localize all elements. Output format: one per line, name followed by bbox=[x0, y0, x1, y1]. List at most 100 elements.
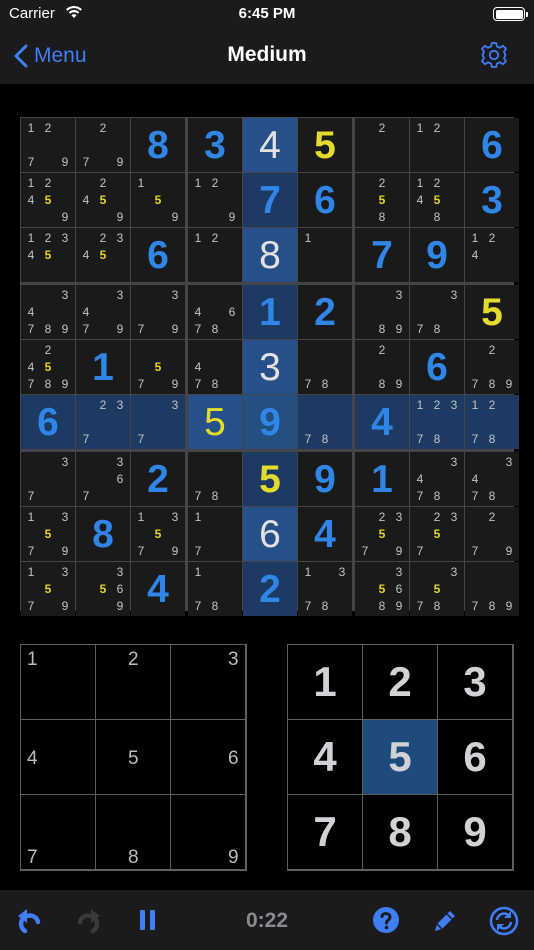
cell-r7c8[interactable]: 3 4 78 bbox=[410, 452, 464, 506]
cell-r2c6[interactable]: 6 bbox=[298, 173, 352, 227]
cell-r2c3[interactable]: 159 bbox=[131, 173, 185, 227]
cell-r4c7[interactable]: 3 89 bbox=[355, 285, 409, 339]
cell-r9c4[interactable]: 1 78 bbox=[188, 562, 242, 616]
cell-r7c6[interactable]: 9 bbox=[298, 452, 352, 506]
cell-r6c7[interactable]: 4 bbox=[355, 395, 409, 449]
cell-r9c2[interactable]: 356 9 bbox=[76, 562, 130, 616]
cell-r8c6[interactable]: 4 bbox=[298, 507, 352, 561]
cell-r8c2[interactable]: 8 bbox=[76, 507, 130, 561]
cell-r8c4[interactable]: 17 bbox=[188, 507, 242, 561]
cell-r1c9[interactable]: 6 bbox=[465, 118, 519, 172]
cell-r3c4[interactable]: 12 bbox=[188, 228, 242, 282]
cell-r1c3[interactable]: 8 bbox=[131, 118, 185, 172]
cell-r5c9[interactable]: 2 789 bbox=[465, 340, 519, 394]
cell-r2c4[interactable]: 12 9 bbox=[188, 173, 242, 227]
cell-r3c7[interactable]: 7 bbox=[355, 228, 409, 282]
cell-r5c2[interactable]: 1 bbox=[76, 340, 130, 394]
cell-r4c5[interactable]: 1 bbox=[243, 285, 297, 339]
cell-r3c9[interactable]: 124 bbox=[465, 228, 519, 282]
cell-r3c5[interactable]: 8 bbox=[243, 228, 297, 282]
cell-r1c8[interactable]: 12 bbox=[410, 118, 464, 172]
note-key-3[interactable]: 3 bbox=[171, 645, 245, 719]
digit-key-9[interactable]: 9 bbox=[438, 795, 512, 869]
cell-r8c8[interactable]: 2357 bbox=[410, 507, 464, 561]
cell-r8c7[interactable]: 2359 7 bbox=[355, 507, 409, 561]
cell-r9c7[interactable]: 35689 bbox=[355, 562, 409, 616]
cell-r3c8[interactable]: 9 bbox=[410, 228, 464, 282]
cell-r8c3[interactable]: 1 357 9 bbox=[131, 507, 185, 561]
cell-r1c7[interactable]: 2 bbox=[355, 118, 409, 172]
cell-r9c1[interactable]: 1 357 9 bbox=[21, 562, 75, 616]
cell-r2c5[interactable]: 7 bbox=[243, 173, 297, 227]
cell-r7c3[interactable]: 2 bbox=[131, 452, 185, 506]
cell-r9c9[interactable]: 789 bbox=[465, 562, 519, 616]
note-key-4[interactable]: 4 bbox=[21, 720, 95, 794]
cell-r6c6[interactable]: 78 bbox=[298, 395, 352, 449]
cell-r9c5[interactable]: 2 bbox=[243, 562, 297, 616]
digit-key-8[interactable]: 8 bbox=[363, 795, 437, 869]
note-key-1[interactable]: 1 bbox=[21, 645, 95, 719]
note-key-5[interactable]: 5 bbox=[96, 720, 170, 794]
cell-r7c1[interactable]: 37 bbox=[21, 452, 75, 506]
cell-r3c1[interactable]: 123 45 bbox=[21, 228, 75, 282]
cell-r4c2[interactable]: 3 4 7 9 bbox=[76, 285, 130, 339]
cell-r7c9[interactable]: 3 4 78 bbox=[465, 452, 519, 506]
cell-r6c2[interactable]: 23 7 bbox=[76, 395, 130, 449]
cell-r6c4[interactable]: 5 bbox=[188, 395, 242, 449]
note-key-7[interactable]: 7 bbox=[21, 795, 95, 869]
cell-r5c1[interactable]: 245789 bbox=[21, 340, 75, 394]
cell-r5c7[interactable]: 2 89 bbox=[355, 340, 409, 394]
cell-r7c2[interactable]: 3 6 7 bbox=[76, 452, 130, 506]
cell-r1c5[interactable]: 4 bbox=[243, 118, 297, 172]
cell-r6c1[interactable]: 6 bbox=[21, 395, 75, 449]
cell-r5c8[interactable]: 6 bbox=[410, 340, 464, 394]
cell-r2c1[interactable]: 12459 bbox=[21, 173, 75, 227]
cell-r8c9[interactable]: 2 7 9 bbox=[465, 507, 519, 561]
digit-key-7[interactable]: 7 bbox=[288, 795, 362, 869]
cell-r5c5[interactable]: 3 bbox=[243, 340, 297, 394]
cell-r5c3[interactable]: 57 9 bbox=[131, 340, 185, 394]
cell-r5c6[interactable]: 78 bbox=[298, 340, 352, 394]
cell-r3c6[interactable]: 1 bbox=[298, 228, 352, 282]
cell-r1c2[interactable]: 2 7 9 bbox=[76, 118, 130, 172]
pencil-icon[interactable] bbox=[430, 906, 460, 936]
cell-r2c7[interactable]: 2 5 8 bbox=[355, 173, 409, 227]
cell-r4c8[interactable]: 3 78 bbox=[410, 285, 464, 339]
note-key-9[interactable]: 9 bbox=[171, 795, 245, 869]
cell-r4c3[interactable]: 3 7 9 bbox=[131, 285, 185, 339]
cell-r8c5[interactable]: 6 bbox=[243, 507, 297, 561]
cell-r1c1[interactable]: 12 7 9 bbox=[21, 118, 75, 172]
digit-key-6[interactable]: 6 bbox=[438, 720, 512, 794]
cell-r7c5[interactable]: 5 bbox=[243, 452, 297, 506]
cell-r4c4[interactable]: 4 6 78 bbox=[188, 285, 242, 339]
digit-key-5[interactable]: 5 bbox=[363, 720, 437, 794]
cell-r1c6[interactable]: 5 bbox=[298, 118, 352, 172]
note-key-2[interactable]: 2 bbox=[96, 645, 170, 719]
cell-r9c8[interactable]: 3578 bbox=[410, 562, 464, 616]
cell-r6c9[interactable]: 12 78 bbox=[465, 395, 519, 449]
cell-r1c4[interactable]: 3 bbox=[188, 118, 242, 172]
digit-key-4[interactable]: 4 bbox=[288, 720, 362, 794]
cell-r4c9[interactable]: 5 bbox=[465, 285, 519, 339]
cell-r7c7[interactable]: 1 bbox=[355, 452, 409, 506]
digit-key-2[interactable]: 2 bbox=[363, 645, 437, 719]
cell-r7c4[interactable]: 78 bbox=[188, 452, 242, 506]
cell-r3c3[interactable]: 6 bbox=[131, 228, 185, 282]
restart-icon[interactable] bbox=[489, 906, 519, 936]
cell-r6c8[interactable]: 123 78 bbox=[410, 395, 464, 449]
cell-r4c1[interactable]: 3 4 789 bbox=[21, 285, 75, 339]
cell-r6c5[interactable]: 9 bbox=[243, 395, 297, 449]
cell-r2c2[interactable]: 2459 bbox=[76, 173, 130, 227]
cell-r4c6[interactable]: 2 bbox=[298, 285, 352, 339]
cell-r8c1[interactable]: 1 357 9 bbox=[21, 507, 75, 561]
cell-r6c3[interactable]: 37 bbox=[131, 395, 185, 449]
digit-key-1[interactable]: 1 bbox=[288, 645, 362, 719]
cell-r2c8[interactable]: 1245 8 bbox=[410, 173, 464, 227]
cell-r9c6[interactable]: 1 3 78 bbox=[298, 562, 352, 616]
cell-r9c3[interactable]: 4 bbox=[131, 562, 185, 616]
note-key-6[interactable]: 6 bbox=[171, 720, 245, 794]
cell-r2c9[interactable]: 3 bbox=[465, 173, 519, 227]
digit-key-3[interactable]: 3 bbox=[438, 645, 512, 719]
gear-icon[interactable] bbox=[480, 41, 508, 69]
hint-icon[interactable] bbox=[372, 906, 402, 936]
